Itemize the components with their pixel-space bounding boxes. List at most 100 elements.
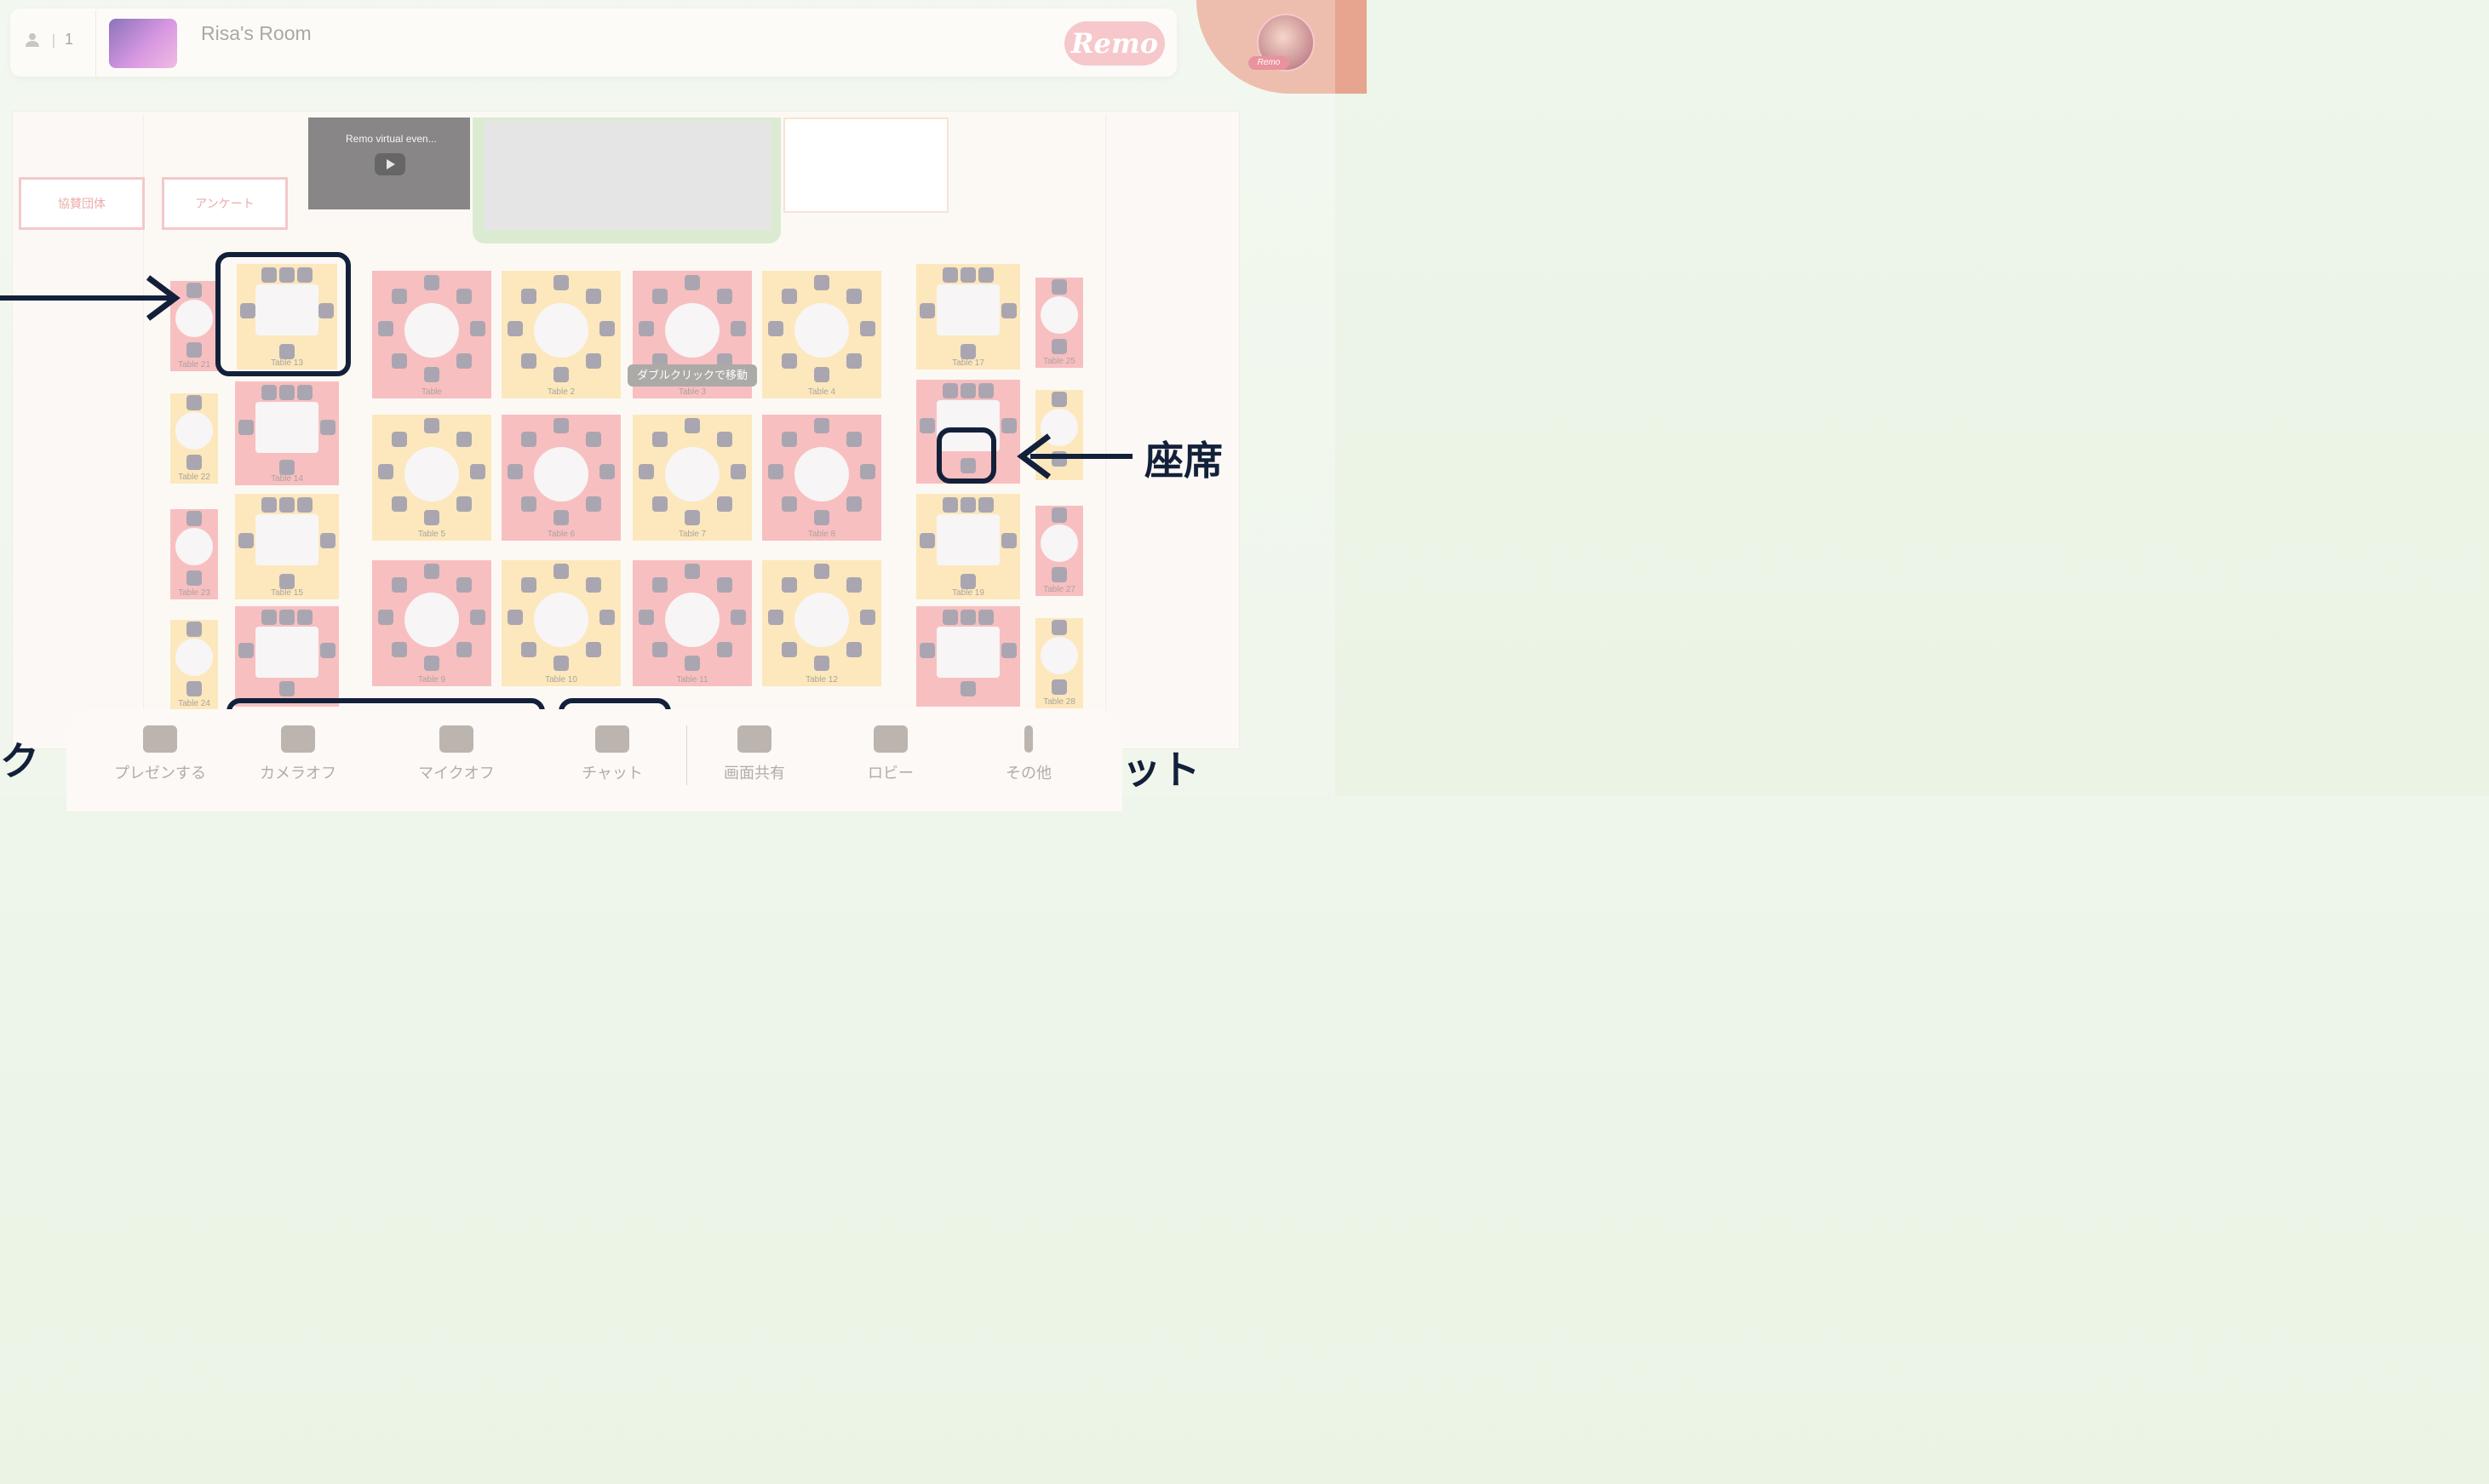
seat[interactable] <box>651 642 668 658</box>
seat[interactable] <box>1052 279 1067 295</box>
seat[interactable] <box>320 533 335 548</box>
seat[interactable] <box>508 321 523 336</box>
seat[interactable] <box>1052 679 1067 695</box>
table-25[interactable]: Table 25 <box>1035 278 1083 368</box>
seat[interactable] <box>238 420 254 435</box>
seat[interactable] <box>651 431 668 447</box>
table-16[interactable] <box>235 606 339 707</box>
seat[interactable] <box>781 642 797 658</box>
seat[interactable] <box>456 353 473 370</box>
seat[interactable] <box>297 385 313 400</box>
seat[interactable] <box>1052 339 1067 354</box>
mic-off-button[interactable]: マイクオフ <box>405 725 508 783</box>
seat[interactable] <box>920 303 935 318</box>
seat[interactable] <box>186 283 202 298</box>
seat[interactable] <box>860 321 875 336</box>
seat[interactable] <box>961 344 976 359</box>
seat[interactable] <box>943 610 958 625</box>
screen-share-button[interactable]: 画面共有 <box>703 725 806 783</box>
seat[interactable] <box>920 418 935 433</box>
seat[interactable] <box>978 610 994 625</box>
table-28[interactable]: Table 28 <box>1035 618 1083 708</box>
seat[interactable] <box>470 610 485 625</box>
seat[interactable] <box>424 367 439 382</box>
seat[interactable] <box>424 564 439 579</box>
seat[interactable] <box>391 642 407 658</box>
seat[interactable] <box>943 383 958 398</box>
seat[interactable] <box>717 431 733 447</box>
seat[interactable] <box>1052 392 1067 407</box>
seat[interactable] <box>781 576 797 593</box>
seat[interactable] <box>279 574 295 589</box>
seat[interactable] <box>297 497 313 513</box>
seat[interactable] <box>639 610 654 625</box>
seat[interactable] <box>860 610 875 625</box>
table-2[interactable]: Table 2 <box>502 271 621 398</box>
seat[interactable] <box>651 288 668 304</box>
seat[interactable] <box>378 610 393 625</box>
seat[interactable] <box>456 576 473 593</box>
seat[interactable] <box>186 342 202 358</box>
table-24[interactable]: Table 24 <box>170 620 218 710</box>
seat[interactable] <box>391 288 407 304</box>
seat[interactable] <box>1052 620 1067 635</box>
seat[interactable] <box>651 576 668 593</box>
seat[interactable] <box>586 353 602 370</box>
seat[interactable] <box>508 610 523 625</box>
seat[interactable] <box>639 464 654 479</box>
seat[interactable] <box>961 383 976 398</box>
seat[interactable] <box>781 353 797 370</box>
seat[interactable] <box>860 464 875 479</box>
seat[interactable] <box>586 431 602 447</box>
seat[interactable] <box>978 383 994 398</box>
table-27[interactable]: Table 27 <box>1035 506 1083 596</box>
seat[interactable] <box>470 321 485 336</box>
seat[interactable] <box>424 510 439 525</box>
seat[interactable] <box>586 288 602 304</box>
seat[interactable] <box>814 367 829 382</box>
seat[interactable] <box>920 643 935 658</box>
more-button[interactable]: その他 <box>978 725 1080 783</box>
seat[interactable] <box>586 576 602 593</box>
seat[interactable] <box>261 497 277 513</box>
seat[interactable] <box>456 431 473 447</box>
seat[interactable] <box>731 464 746 479</box>
seat[interactable] <box>717 288 733 304</box>
seat[interactable] <box>186 622 202 637</box>
seat[interactable] <box>768 610 783 625</box>
seat[interactable] <box>508 464 523 479</box>
table-10[interactable]: Table 10 <box>502 560 621 686</box>
seat[interactable] <box>781 431 797 447</box>
seat[interactable] <box>1052 507 1067 523</box>
play-icon[interactable] <box>375 153 405 175</box>
seat[interactable] <box>456 642 473 658</box>
seat[interactable] <box>846 288 863 304</box>
seat[interactable] <box>814 418 829 433</box>
seat[interactable] <box>261 610 277 625</box>
present-button[interactable]: プレゼンする <box>109 725 211 783</box>
table-23[interactable]: Table 23 <box>170 509 218 599</box>
seat[interactable] <box>553 656 569 671</box>
table-12[interactable]: Table 12 <box>762 560 881 686</box>
seat[interactable] <box>599 464 615 479</box>
seat[interactable] <box>586 496 602 513</box>
seat[interactable] <box>586 642 602 658</box>
seat[interactable] <box>846 431 863 447</box>
whiteboard[interactable] <box>783 117 949 213</box>
seat[interactable] <box>424 418 439 433</box>
seat[interactable] <box>520 496 536 513</box>
seat[interactable] <box>1001 303 1017 318</box>
seat[interactable] <box>943 267 958 283</box>
seat[interactable] <box>685 656 700 671</box>
table-7[interactable]: Table 7 <box>633 415 752 541</box>
seat[interactable] <box>1052 567 1067 582</box>
seat[interactable] <box>520 431 536 447</box>
seat[interactable] <box>685 564 700 579</box>
table-4[interactable]: Table 4 <box>762 271 881 398</box>
seat[interactable] <box>814 564 829 579</box>
seat[interactable] <box>814 656 829 671</box>
seat[interactable] <box>651 496 668 513</box>
seat[interactable] <box>378 321 393 336</box>
seat[interactable] <box>717 576 733 593</box>
seat[interactable] <box>961 610 976 625</box>
